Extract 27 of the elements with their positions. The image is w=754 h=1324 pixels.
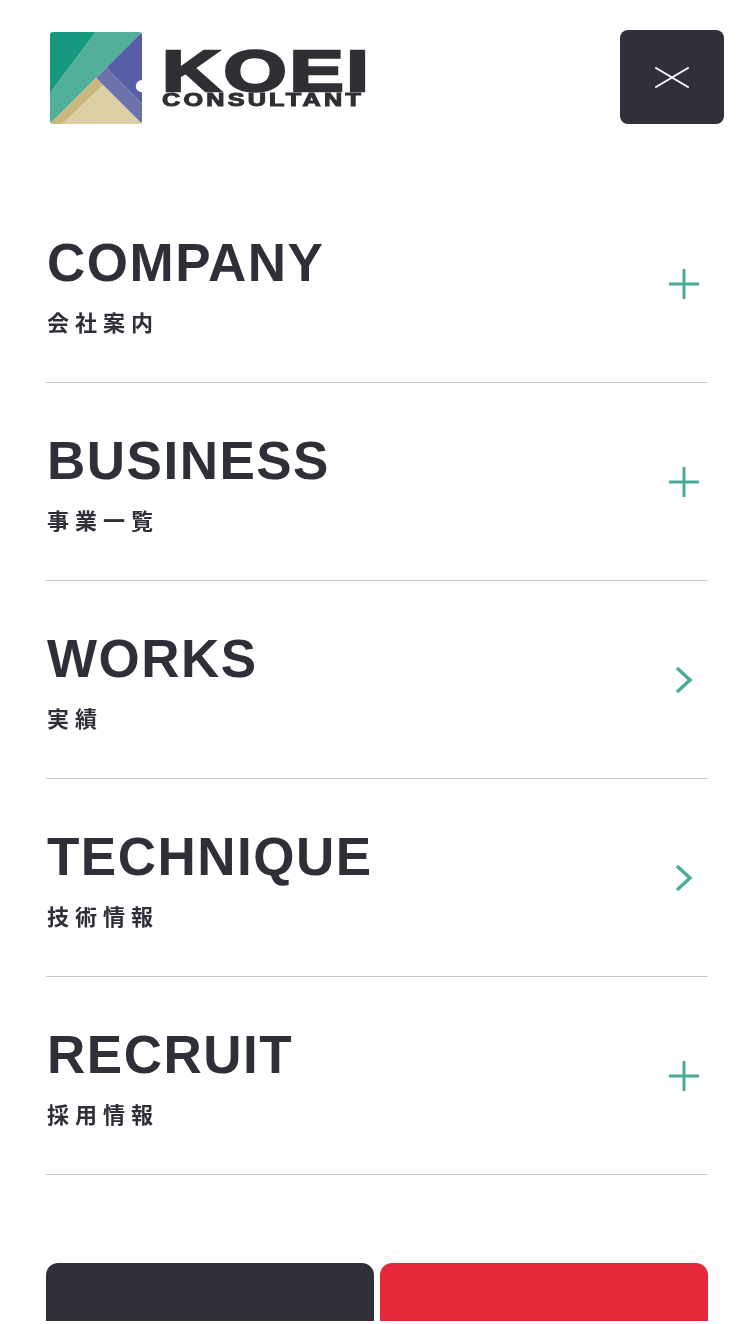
plus-icon	[669, 466, 699, 497]
logo-mark-icon	[50, 32, 142, 124]
plus-icon	[669, 1060, 699, 1091]
item-subtitle: 技術情報	[47, 899, 159, 930]
item-subtitle: 実績	[47, 701, 103, 732]
menu-item[interactable]: COMPANY 会社案内	[46, 185, 708, 383]
item-title: WORKS	[47, 629, 258, 688]
logo-tagline: CONSULTANT	[162, 92, 365, 108]
close-icon	[655, 66, 689, 88]
footer-button[interactable]	[46, 1263, 374, 1321]
chevron-right-icon	[675, 863, 693, 892]
item-subtitle: 会社案内	[47, 305, 159, 336]
footer-button[interactable]	[380, 1263, 708, 1321]
menu-item[interactable]: RECRUIT 採用情報	[46, 977, 708, 1175]
item-title: COMPANY	[47, 233, 325, 292]
item-title: BUSINESS	[47, 431, 330, 490]
item-subtitle: 採用情報	[47, 1097, 159, 1128]
item-title: TECHNIQUE	[47, 827, 373, 886]
logo-name: KOEI	[162, 48, 372, 93]
item-subtitle: 事業一覧	[47, 503, 159, 534]
menu-item[interactable]: TECHNIQUE 技術情報	[46, 779, 708, 977]
close-button[interactable]	[620, 30, 724, 124]
chevron-right-icon	[675, 665, 693, 694]
menu-item[interactable]: WORKS 実績	[46, 581, 708, 779]
item-title: RECRUIT	[47, 1025, 294, 1084]
menu-item[interactable]: BUSINESS 事業一覧	[46, 383, 708, 581]
plus-icon	[669, 268, 699, 299]
